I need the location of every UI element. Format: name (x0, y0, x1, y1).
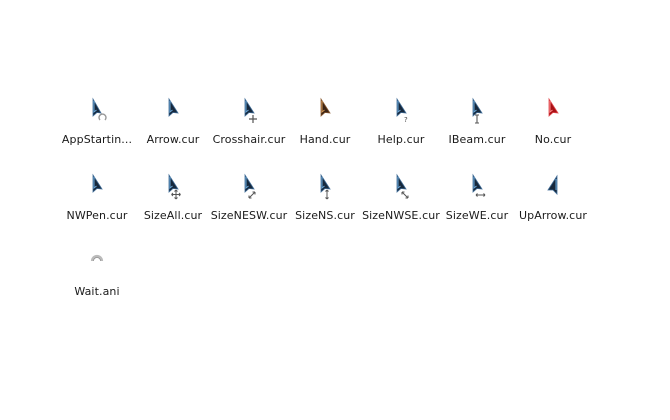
file-name-label: SizeNESW.cur (210, 209, 288, 222)
crosshair-cursor-icon (235, 96, 263, 124)
file-name-label: Wait.ani (74, 285, 120, 298)
ibeam-cursor-icon (463, 96, 491, 124)
file-name-label: SizeNWSE.cur (362, 209, 440, 222)
sizenesw-cursor-icon (235, 172, 263, 200)
appstarting-cursor-icon (83, 96, 111, 124)
file-item-crosshair[interactable]: Crosshair.cur (211, 90, 287, 160)
sizens-cursor-icon (311, 172, 339, 200)
file-item-sizewe[interactable]: SizeWE.cur (439, 166, 515, 236)
file-item-arrow[interactable]: Arrow.cur (135, 90, 211, 160)
file-name-label: Help.cur (377, 133, 425, 146)
sizewe-cursor-icon (463, 172, 491, 200)
file-name-label: IBeam.cur (448, 133, 506, 146)
file-item-ibeam[interactable]: IBeam.cur (439, 90, 515, 160)
file-name-label: AppStartin... (61, 133, 133, 146)
no-cursor-icon (539, 96, 567, 124)
uparrow-cursor-icon (539, 172, 567, 200)
sizeall-cursor-icon (159, 172, 187, 200)
file-item-hand[interactable]: Hand.cur (287, 90, 363, 160)
wait-cursor-icon (83, 248, 111, 276)
file-item-wait[interactable]: Wait.ani (59, 242, 135, 312)
file-name-label: SizeNS.cur (295, 209, 355, 222)
file-name-label: UpArrow.cur (518, 209, 588, 222)
sizenwse-cursor-icon (387, 172, 415, 200)
file-name-label: Hand.cur (299, 133, 351, 146)
file-name-label: No.cur (534, 133, 572, 146)
file-item-sizeall[interactable]: SizeAll.cur (135, 166, 211, 236)
arrow-cursor-icon (159, 96, 187, 124)
file-item-help[interactable]: ? Help.cur (363, 90, 439, 160)
file-name-label: SizeWE.cur (445, 209, 509, 222)
file-name-label: Crosshair.cur (212, 133, 286, 146)
hand-cursor-icon (311, 96, 339, 124)
file-name-label: SizeAll.cur (143, 209, 203, 222)
file-item-sizenwse[interactable]: SizeNWSE.cur (362, 166, 440, 236)
file-item-nwpen[interactable]: NWPen.cur (59, 166, 135, 236)
file-item-appstarting[interactable]: AppStartin... (59, 90, 135, 160)
file-grid: AppStartin... Arrow.cur Crosshair.cur Ha… (59, 90, 619, 320)
file-item-no[interactable]: No.cur (515, 90, 591, 160)
svg-text:?: ? (404, 116, 408, 124)
file-name-label: NWPen.cur (66, 209, 128, 222)
file-item-sizenesw[interactable]: SizeNESW.cur (211, 166, 287, 236)
help-cursor-icon: ? (387, 96, 415, 124)
file-item-uparrow[interactable]: UpArrow.cur (515, 166, 591, 236)
file-name-label: Arrow.cur (146, 133, 200, 146)
nwpen-cursor-icon (83, 172, 111, 200)
file-item-sizens[interactable]: SizeNS.cur (287, 166, 363, 236)
